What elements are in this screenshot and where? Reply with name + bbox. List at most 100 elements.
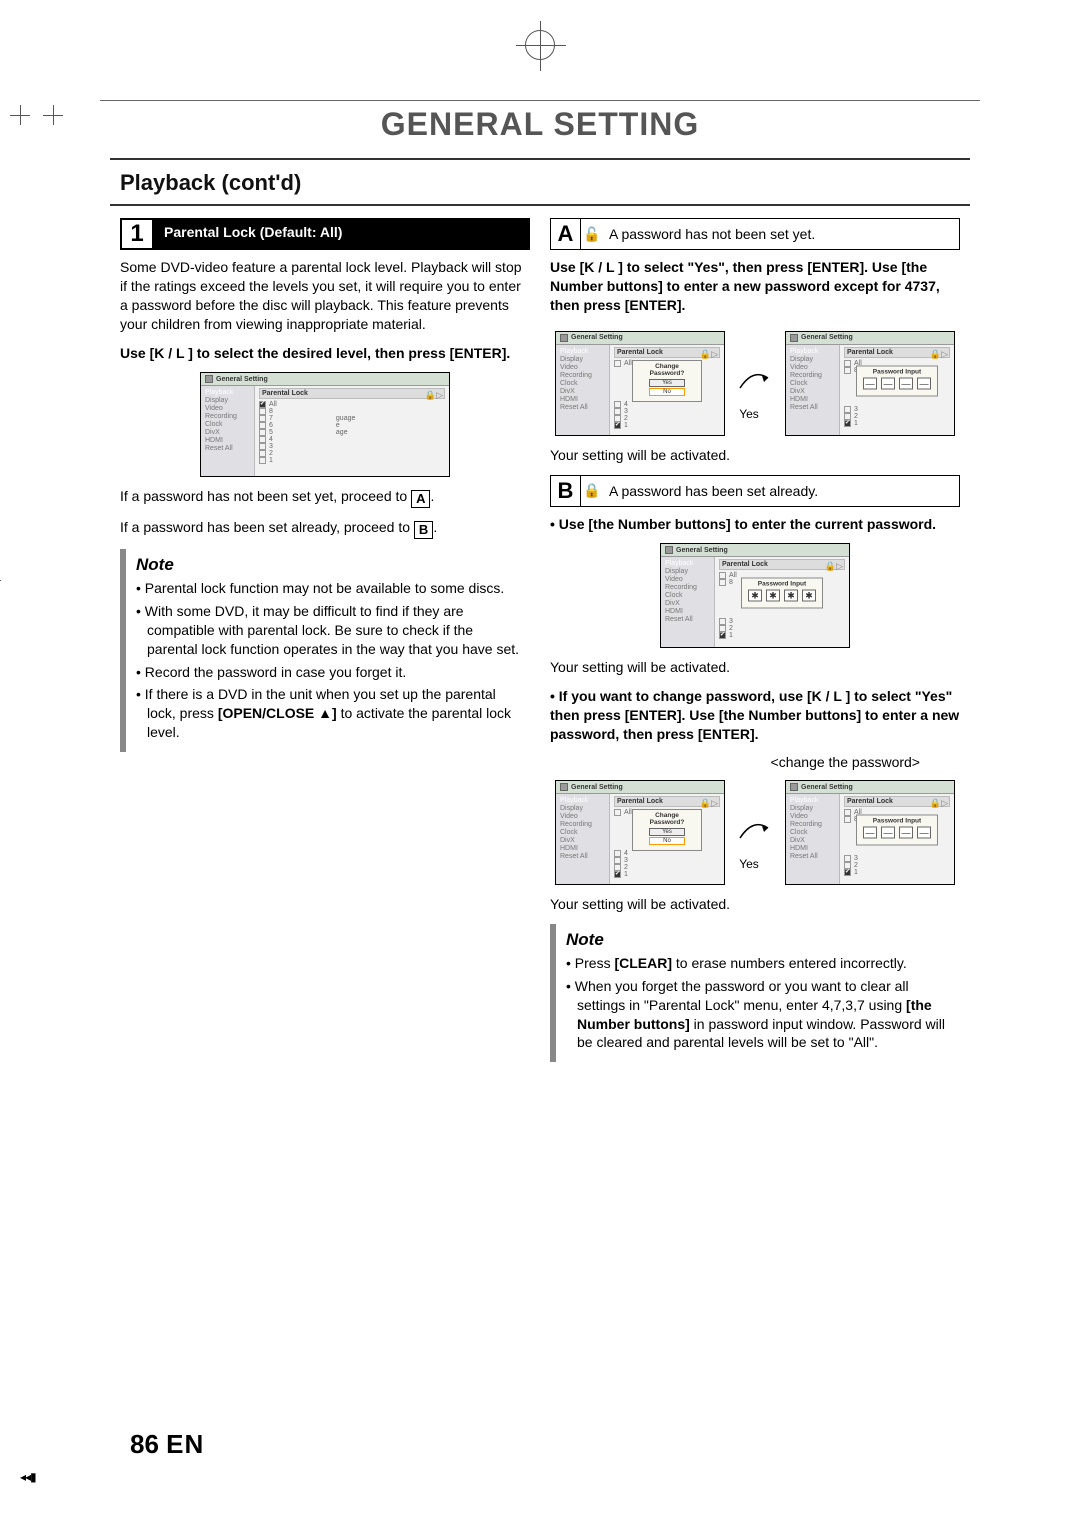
lock-icon: 🔒▷ (700, 798, 718, 809)
note-title: Note (566, 930, 950, 950)
dialog-password-input: Password Input — — — — (856, 815, 938, 846)
yes-label: Yes (739, 407, 759, 421)
page-frame: GENERAL SETTING Playback (cont'd) 1 Pare… (100, 100, 980, 1480)
note-item: Press [CLEAR] to erase numbers entered i… (566, 954, 950, 973)
ss-panel-title: Parental Lock (259, 388, 445, 399)
dialog-password-input: Password Input — — — — (856, 365, 938, 396)
note-block-2: Note Press [CLEAR] to erase numbers ente… (550, 924, 960, 1062)
lock-icon: 🔒▷ (930, 798, 948, 809)
ss-level-list: All 8 7guage 6e 5age 4 3 2 1 (259, 401, 445, 464)
intro-text: Some DVD-video feature a parental lock l… (120, 258, 530, 334)
sidebar-item-playback: Playback (205, 389, 250, 396)
ui-screenshot-levels: General Setting Playback Display Video R… (200, 372, 450, 477)
dialog-change-password: Change Password? Yes No (632, 360, 702, 402)
pw-digit[interactable]: — (899, 827, 913, 839)
sidebar-item-resetall: Reset All (205, 445, 250, 452)
pw-digit[interactable]: — (881, 827, 895, 839)
crop-cross (48, 110, 58, 120)
section-title: Playback (cont'd) (120, 170, 980, 196)
proceed-b-line: If a password has been set already, proc… (120, 518, 530, 539)
dialog-no-button[interactable]: No (649, 837, 685, 845)
note-item: When you forget the password or you want… (566, 977, 950, 1053)
right-column: A 🔓 A password has not been set yet. Use… (550, 218, 960, 1062)
arrow-icon (738, 813, 772, 843)
arrow-icon (738, 363, 772, 393)
pw-digit[interactable]: ✱ (784, 590, 798, 602)
box-a-letter: A (551, 219, 581, 249)
activated-text: Your setting will be activated. (550, 895, 960, 914)
box-a-instruct: Use [K / L ] to select "Yes", then press… (550, 258, 960, 315)
pw-digit[interactable]: ✱ (766, 590, 780, 602)
box-b-text: A password has been set already. (603, 479, 959, 503)
dialog-no-button[interactable]: No (649, 388, 685, 396)
lock-icon: 🔒 (581, 482, 603, 499)
step-label: Parental Lock (Default: All) (154, 218, 530, 250)
box-b-letter: B (551, 476, 581, 506)
title-underline (110, 158, 970, 160)
pw-digit[interactable]: — (899, 377, 913, 389)
crop-mark-top (525, 30, 555, 60)
proceed-b-text: If a password has been set already, proc… (120, 519, 414, 535)
pw-digit[interactable]: — (917, 377, 931, 389)
level-5: 5 (269, 429, 273, 436)
ss-main: Parental Lock 🔒▷ All 8 7guage 6e 5age 4 … (255, 386, 449, 476)
activated-text: Your setting will be activated. (550, 658, 960, 677)
page-lang: EN (166, 1429, 204, 1459)
note-item: With some DVD, it may be difficult to fi… (136, 602, 520, 659)
box-a-text: A password has not been set yet. (603, 222, 959, 246)
yes-label: Yes (739, 857, 759, 871)
pw-digit[interactable]: — (863, 377, 877, 389)
lock-icon: 🔒▷ (425, 390, 443, 401)
left-column: 1 Parental Lock (Default: All) Some DVD-… (120, 218, 530, 1062)
level-7: 7 (269, 415, 273, 422)
section-underline (110, 204, 970, 206)
ui-screenshot-pw-input-blank: General Setting Playback Display Video R… (785, 331, 955, 436)
change-pw-caption: <change the password> (550, 754, 920, 770)
crop-cross (15, 110, 25, 120)
level-2: 2 (269, 450, 273, 457)
unlock-icon: 🔓 (581, 226, 603, 243)
screenshot-pair-b: General Setting Playback Display Video R… (550, 774, 960, 895)
box-a-ref: A (411, 490, 430, 508)
ui-screenshot-pw-input-blank-2: General Setting Playback Display Video R… (785, 780, 955, 885)
sidebar-item-display: Display (205, 397, 250, 404)
level-4: 4 (269, 436, 273, 443)
note-title: Note (136, 555, 520, 575)
dialog-change-password: Change Password? Yes No (632, 809, 702, 851)
ss-title: General Setting (201, 373, 449, 386)
lock-icon: 🔒▷ (825, 561, 843, 572)
pw-digit[interactable]: — (917, 827, 931, 839)
ui-screenshot-change-pw: General Setting Playback Display Video R… (555, 331, 725, 436)
step-header: 1 Parental Lock (Default: All) (120, 218, 530, 250)
pw-digit[interactable]: ✱ (748, 590, 762, 602)
dialog-yes-button[interactable]: Yes (649, 828, 685, 836)
box-b-header: B 🔒 A password has been set already. (550, 475, 960, 507)
pw-digit[interactable]: — (863, 827, 877, 839)
note-item: Record the password in case you forget i… (136, 663, 520, 682)
window-icon (205, 375, 213, 383)
dialog-yes-button[interactable]: Yes (649, 379, 685, 387)
ss-sidebar: Playback Display Video Recording Clock D… (201, 386, 255, 476)
ss-title-text: General Setting (216, 376, 268, 383)
instruction-text: Use [K / L ] to select the desired level… (120, 344, 530, 363)
ui-screenshot-change-pw-2: General Setting Playback Display Video R… (555, 780, 725, 885)
note-item: Parental lock function may not be availa… (136, 579, 520, 598)
level-3: 3 (269, 443, 273, 450)
screenshot-pair-a: General Setting Playback Display Video R… (550, 325, 960, 446)
level-1: 1 (269, 457, 273, 464)
sidebar-item-hdmi: HDMI (205, 437, 250, 444)
box-b-ref: B (414, 521, 433, 539)
pw-digit[interactable]: — (881, 377, 895, 389)
sidebar-item-recording: Recording (205, 413, 250, 420)
page-title: GENERAL SETTING (100, 106, 980, 143)
page-number: 86 EN (130, 1429, 204, 1460)
page-num-value: 86 (130, 1429, 159, 1459)
level-6: 6 (269, 422, 273, 429)
proceed-a-text: If a password has not been set yet, proc… (120, 488, 411, 504)
dialog-password-input: Password Input ✱ ✱ ✱ ✱ (741, 578, 823, 609)
sidebar-item-clock: Clock (205, 421, 250, 428)
activated-text: Your setting will be activated. (550, 446, 960, 465)
pw-digit[interactable]: ✱ (802, 590, 816, 602)
sidebar-item-divx: DivX (205, 429, 250, 436)
lock-icon: 🔒▷ (930, 349, 948, 360)
